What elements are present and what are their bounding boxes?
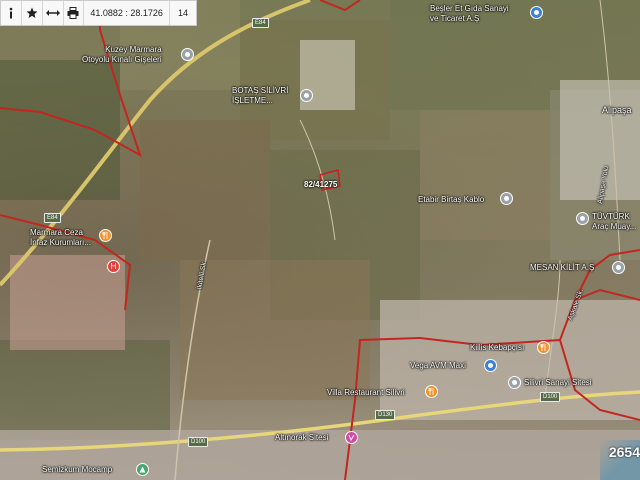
map-toolbar: 41.0882 : 28.1726 14 bbox=[0, 0, 197, 26]
arrows-icon[interactable] bbox=[43, 1, 64, 25]
label-tuvturk: TÜVTÜRK Araç Muay... bbox=[592, 212, 637, 231]
place-pin-killis[interactable] bbox=[537, 341, 550, 354]
place-pin-mesan[interactable] bbox=[612, 261, 625, 274]
label-alipasa: Alipaşa bbox=[602, 105, 632, 115]
coordinates-readout: 41.0882 : 28.1726 bbox=[84, 1, 170, 25]
label-silivri-sanayi: Silivri Sanayi Sitesi bbox=[524, 378, 592, 387]
place-pin-villa[interactable] bbox=[425, 385, 438, 398]
district-boundary bbox=[319, 0, 361, 12]
road-badge-d100-mid: D100 bbox=[540, 392, 561, 402]
place-pin-besler[interactable] bbox=[530, 6, 543, 19]
place-pin-kuzey-marmara[interactable] bbox=[181, 48, 194, 61]
label-killis: Killis Kebapçısı bbox=[470, 343, 525, 352]
print-icon[interactable] bbox=[64, 1, 85, 25]
label-altinorak: Altınorak Sitesi bbox=[275, 433, 329, 442]
label-semizkum: Semizkum Mocamp bbox=[42, 465, 113, 474]
place-pin-etabir[interactable] bbox=[500, 192, 513, 205]
place-pin-tuvturk[interactable] bbox=[576, 212, 589, 225]
place-pin-semizkum[interactable] bbox=[136, 463, 149, 476]
road-badge-e84-top: E84 bbox=[252, 18, 269, 28]
district-boundary bbox=[344, 288, 640, 480]
place-pin-vega[interactable] bbox=[484, 359, 497, 372]
label-marmara-ceza: Marmara Ceza İnfaz Kurumları... bbox=[30, 228, 91, 247]
label-mesan: MESAN KİLİT A.Ş bbox=[530, 263, 595, 272]
label-vega: Vega AVM Maxi bbox=[410, 361, 466, 370]
label-etabir: Etabir Birtaş Kablo bbox=[418, 195, 485, 204]
road-badge-d130: D130 bbox=[375, 410, 396, 420]
label-botas: BOTAŞ SİLİVRİ İŞLETME... bbox=[232, 86, 289, 105]
corner-number: 2654 bbox=[608, 444, 640, 460]
road-badge-e84-left: E84 bbox=[44, 213, 61, 223]
parcel-number-label: 82/41275 bbox=[304, 180, 338, 189]
info-icon[interactable] bbox=[1, 1, 22, 25]
star-icon[interactable] bbox=[22, 1, 43, 25]
map-overlay bbox=[0, 0, 640, 480]
road-badge-d100-left: D100 bbox=[188, 437, 209, 447]
place-pin-botas[interactable] bbox=[300, 89, 313, 102]
place-pin-silivri-sanayi[interactable] bbox=[508, 376, 521, 389]
label-besler: Beşler Et Gıda Sanayi ve Ticaret A.Ş bbox=[430, 4, 509, 23]
place-pin-altinorak[interactable] bbox=[345, 431, 358, 444]
place-pin-marmara-ceza[interactable] bbox=[99, 229, 112, 242]
hospital-icon[interactable]: H bbox=[107, 260, 120, 273]
label-kuzey-marmara: Kuzey Marmara Otoyolu Kınalı Gişeleri bbox=[82, 45, 162, 64]
label-villa: Villa Restaurant Silivri bbox=[327, 388, 405, 397]
zoom-level: 14 bbox=[177, 8, 188, 18]
